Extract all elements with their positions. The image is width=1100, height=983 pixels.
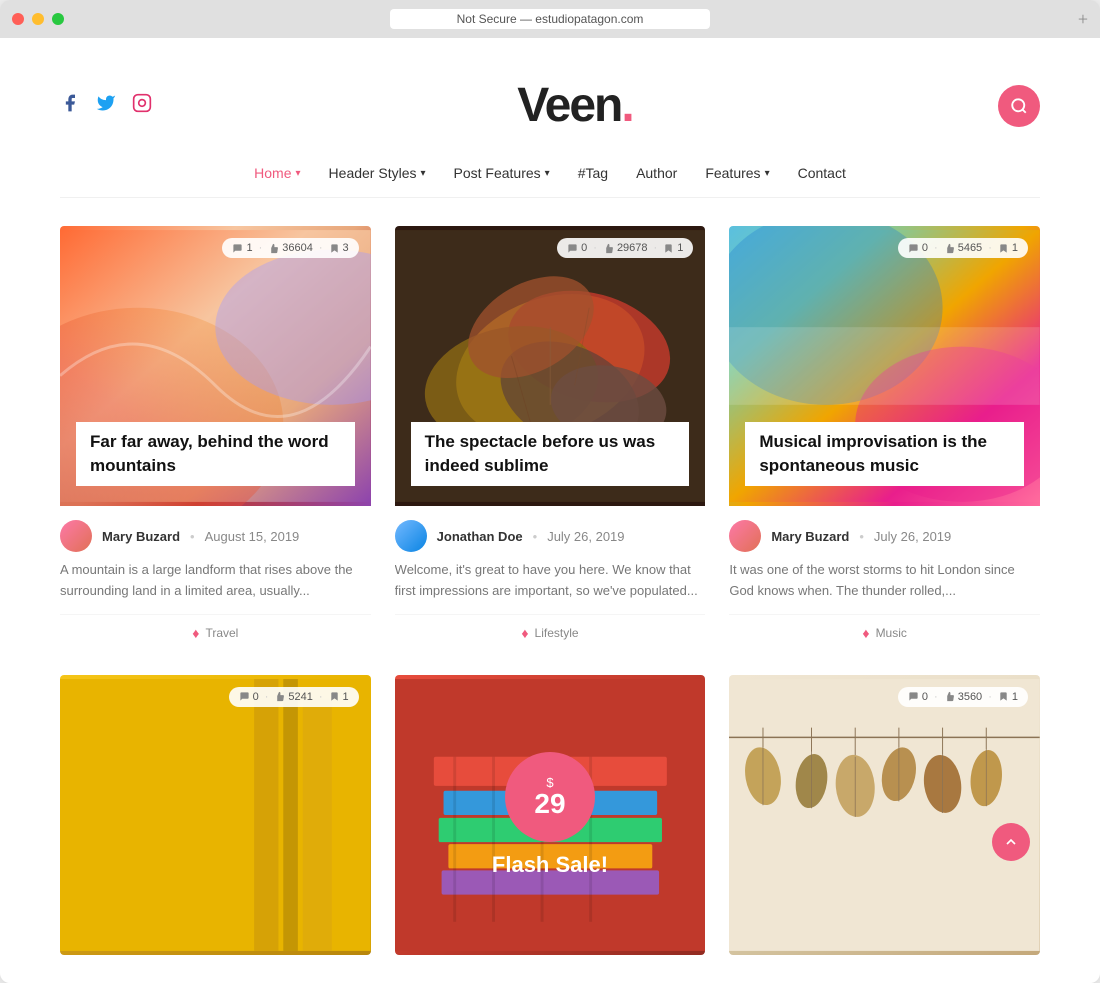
- facebook-icon[interactable]: [60, 93, 80, 119]
- card-category-3[interactable]: ♦ Music: [729, 614, 1040, 651]
- stats-badge-2: 0 · 29678 · 1: [557, 238, 693, 258]
- card-title-overlay-2: The spectacle before us was indeed subli…: [411, 422, 690, 486]
- card-category-1[interactable]: ♦ Travel: [60, 614, 371, 651]
- card-2: 0 · 29678 · 1 The s: [395, 226, 706, 651]
- post-date-1: August 15, 2019: [205, 529, 300, 544]
- heart-icon-2: ♦: [521, 625, 528, 641]
- card-title-3: Musical improvisation is the spontaneous…: [745, 422, 1024, 486]
- heart-icon-3: ♦: [862, 625, 869, 641]
- browser-content: Veen. Home ▾ Header Styles ▾ Post F: [0, 38, 1100, 983]
- nav-home[interactable]: Home ▾: [254, 165, 300, 181]
- maximize-button[interactable]: [52, 13, 64, 25]
- card-image-4[interactable]: 0 · 5241 · 1: [60, 675, 371, 955]
- card-image-5[interactable]: $ 29 Flash Sale!: [395, 675, 706, 955]
- card-excerpt-2: Welcome, it's great to have you here. We…: [395, 560, 706, 614]
- card-excerpt-1: A mountain is a large landform that rise…: [60, 560, 371, 614]
- logo-text: Veen: [517, 79, 621, 132]
- flash-sale-label: Flash Sale!: [492, 852, 608, 878]
- instagram-icon[interactable]: [132, 93, 152, 119]
- site-nav: Home ▾ Header Styles ▾ Post Features ▾ #…: [60, 153, 1040, 198]
- avatar-3: [729, 520, 761, 552]
- card-image-6[interactable]: 0 · 3560 · 1: [729, 675, 1040, 955]
- new-tab-button[interactable]: +: [1078, 9, 1088, 30]
- nav-post-features[interactable]: Post Features ▾: [454, 165, 550, 181]
- bookmarks-stat: 3: [329, 242, 349, 254]
- card-image-1[interactable]: 1 · 36604 · 3 Far f: [60, 226, 371, 506]
- nav-author[interactable]: Author: [636, 165, 677, 181]
- card-category-2[interactable]: ♦ Lifestyle: [395, 614, 706, 651]
- cards-grid: 1 · 36604 · 3 Far f: [0, 198, 1100, 983]
- post-date-3: July 26, 2019: [874, 529, 951, 544]
- minimize-button[interactable]: [32, 13, 44, 25]
- close-button[interactable]: [12, 13, 24, 25]
- card-4: 0 · 5241 · 1: [60, 675, 371, 955]
- card-5: $ 29 Flash Sale!: [395, 675, 706, 955]
- social-icons: [60, 93, 152, 119]
- card-title-2: The spectacle before us was indeed subli…: [411, 422, 690, 486]
- avatar-2: [395, 520, 427, 552]
- chevron-down-icon: ▾: [545, 168, 550, 179]
- nav-header-styles[interactable]: Header Styles ▾: [329, 165, 426, 181]
- address-bar[interactable]: Not Secure — estudiopatagon.com: [390, 9, 710, 29]
- comments-stat-2: 0: [567, 242, 587, 254]
- search-button[interactable]: [998, 85, 1040, 127]
- comments-stat-3: 0: [908, 242, 928, 254]
- flash-sale-price: $ 29: [505, 752, 595, 842]
- stats-badge-3: 0 · 5465 · 1: [898, 238, 1028, 258]
- bookmarks-stat-3: 1: [998, 242, 1018, 254]
- card-excerpt-3: It was one of the worst storms to hit Lo…: [729, 560, 1040, 614]
- card-meta-1: Mary Buzard • August 15, 2019: [60, 506, 371, 560]
- chevron-down-icon: ▾: [296, 168, 301, 179]
- header-top: Veen.: [60, 58, 1040, 153]
- card-image-2[interactable]: 0 · 29678 · 1 The s: [395, 226, 706, 506]
- nav-features[interactable]: Features ▾: [705, 165, 769, 181]
- card-1: 1 · 36604 · 3 Far f: [60, 226, 371, 651]
- logo-dot: .: [621, 79, 632, 132]
- post-date-2: July 26, 2019: [547, 529, 624, 544]
- nav-tag[interactable]: #Tag: [578, 165, 608, 181]
- chevron-down-icon: ▾: [765, 168, 770, 179]
- card-meta-2: Jonathan Doe • July 26, 2019: [395, 506, 706, 560]
- heart-icon: ♦: [192, 625, 199, 641]
- author-name-1: Mary Buzard: [102, 529, 180, 544]
- card-3: 0 · 5465 · 1 Musica: [729, 226, 1040, 651]
- comments-stat: 1: [232, 242, 252, 254]
- bookmarks-stat-2: 1: [663, 242, 683, 254]
- card-title-1: Far far away, behind the word mountains: [76, 422, 355, 486]
- site-header: Veen. Home ▾ Header Styles ▾ Post F: [0, 38, 1100, 198]
- likes-stat-2: 29678: [603, 242, 648, 254]
- likes-stat: 36604: [268, 242, 313, 254]
- likes-stat-3: 5465: [944, 242, 982, 254]
- card-meta-3: Mary Buzard • July 26, 2019: [729, 506, 1040, 560]
- nav-contact[interactable]: Contact: [798, 165, 846, 181]
- browser-titlebar: Not Secure — estudiopatagon.com +: [0, 0, 1100, 38]
- card-title-overlay-1: Far far away, behind the word mountains: [76, 422, 355, 486]
- site-logo[interactable]: Veen.: [517, 78, 632, 133]
- scroll-to-top-button[interactable]: [992, 823, 1030, 861]
- avatar-1: [60, 520, 92, 552]
- card-6: 0 · 3560 · 1: [729, 675, 1040, 955]
- card-image-3[interactable]: 0 · 5465 · 1 Musica: [729, 226, 1040, 506]
- card-title-overlay-3: Musical improvisation is the spontaneous…: [745, 422, 1024, 486]
- chevron-down-icon: ▾: [420, 168, 425, 179]
- author-name-3: Mary Buzard: [771, 529, 849, 544]
- author-name-2: Jonathan Doe: [437, 529, 523, 544]
- stats-badge-6: 0 · 3560 · 1: [898, 687, 1028, 707]
- twitter-icon[interactable]: [96, 93, 116, 119]
- stats-badge-4: 0 · 5241 · 1: [229, 687, 359, 707]
- stats-badge-1: 1 · 36604 · 3: [222, 238, 358, 258]
